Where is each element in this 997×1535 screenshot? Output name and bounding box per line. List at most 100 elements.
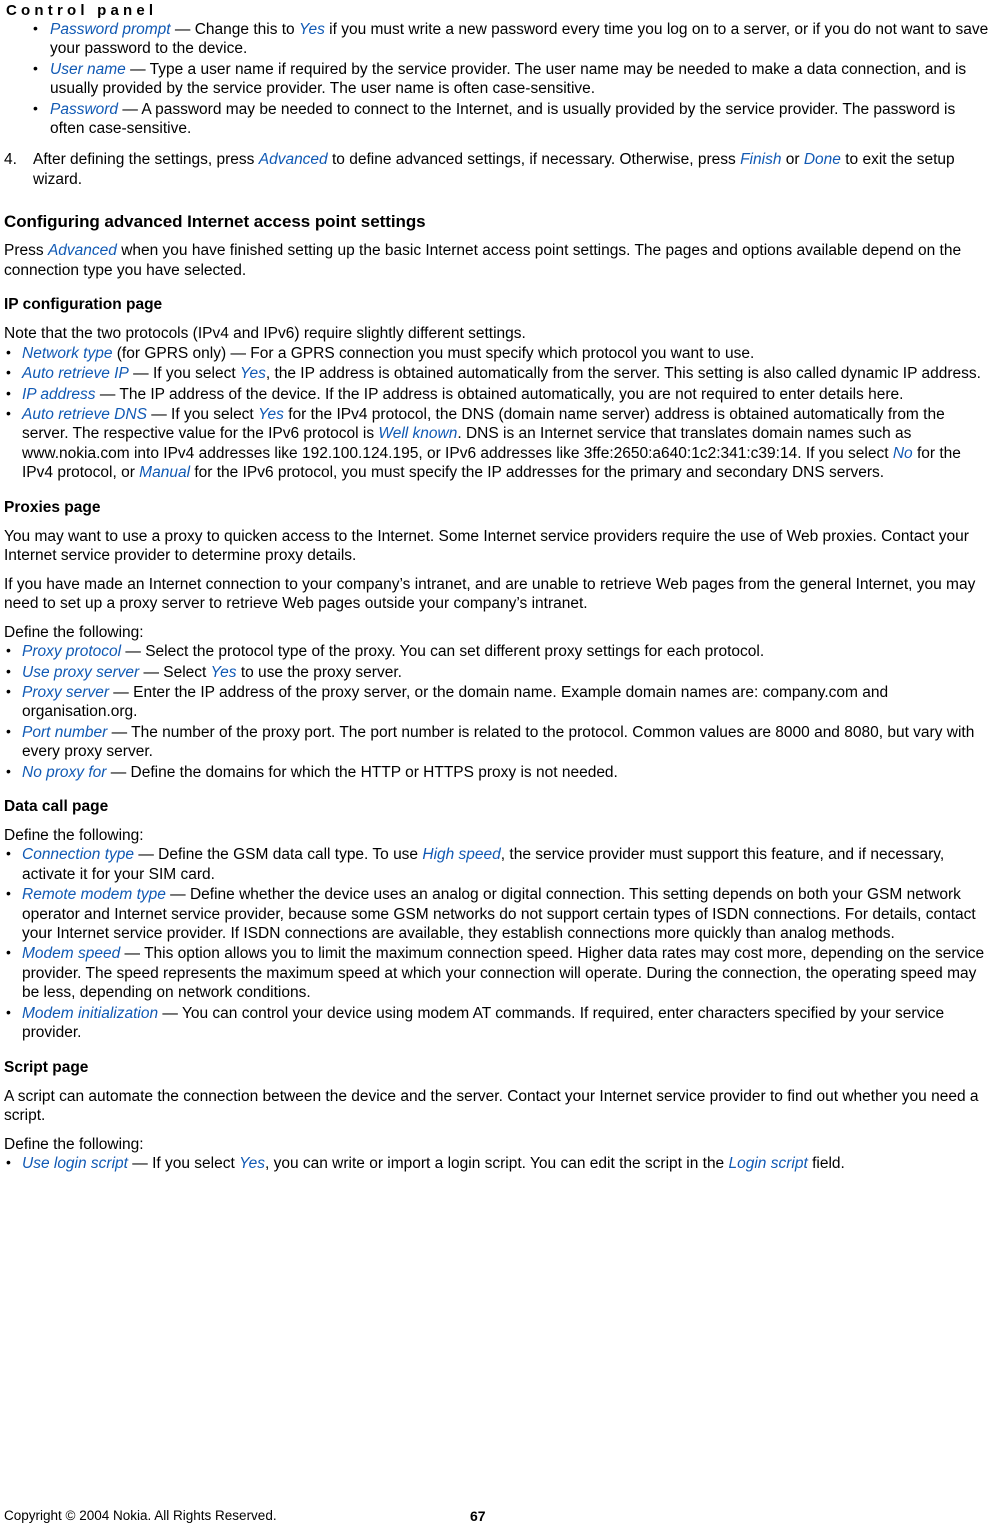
subheading-script-page: Script page (4, 1058, 89, 1076)
body-run: for the IPv6 protocol, you must specify … (190, 464, 885, 482)
intro-bullet-list: Password prompt — Change this to Yes if … (4, 19, 989, 138)
proxy-bullet-item: Port number — The number of the proxy po… (4, 722, 989, 762)
body-run: , you can write or import a login script… (264, 1155, 729, 1172)
proxies-define-label: Define the following: (4, 623, 144, 641)
body-run: — Change this to (170, 21, 299, 38)
script-paragraph-1: A script can automate the connection bet… (4, 1087, 979, 1125)
page-footer: Copyright © 2004 Nokia. All Rights Reser… (0, 1507, 997, 1527)
body-run: — If you select (127, 1155, 240, 1172)
ip-page-bullet-list: Network type (for GPRS only) — For a GPR… (4, 343, 989, 483)
ip-bullet-item: IP address — The IP address of the devic… (4, 384, 989, 404)
section-intro-paragraph: Press Advanced when you have finished se… (4, 241, 989, 280)
subheading-ip-configuration-page: IP configuration page (4, 296, 163, 314)
ui-term: Finish (740, 151, 782, 169)
ui-term: Port number (22, 723, 108, 741)
ui-term: Yes (239, 1155, 265, 1172)
body-run: field. (807, 1155, 845, 1172)
body-run: — Enter the IP address of the proxy serv… (22, 683, 889, 721)
body-run: or (781, 151, 804, 169)
ui-term: User name (50, 60, 126, 78)
ip-bullet-item: Auto retrieve IP — If you select Yes, th… (4, 363, 989, 383)
ui-term: Done (803, 151, 841, 169)
ui-term: Use proxy server (22, 663, 140, 681)
body-run: — The IP address of the device. If the I… (95, 385, 904, 403)
body-run: to define advanced settings, if necessar… (327, 151, 741, 169)
copyright-notice: Copyright © 2004 Nokia. All Rights Reser… (4, 1508, 277, 1523)
body-run: — If you select (128, 365, 240, 383)
ui-term: Remote modem type (22, 886, 166, 904)
step-4-text: After defining the settings, press Advan… (33, 151, 955, 187)
ui-term: Connection type (22, 846, 135, 864)
ui-term: No proxy for (22, 763, 107, 781)
numbered-step-list: After defining the settings, press Advan… (4, 150, 989, 189)
data-call-bullet-item: Connection type — Define the GSM data ca… (4, 844, 989, 884)
body-run: — Define the domains for which the HTTP … (106, 763, 618, 781)
body-run: — Select (139, 663, 211, 681)
ui-term: Yes (298, 21, 325, 38)
script-define-label: Define the following: (4, 1135, 144, 1153)
body-run: — Type a user name if required by the se… (50, 60, 967, 98)
ui-term: Advanced (258, 151, 328, 169)
script-bullet-item: Use login script — If you select Yes, yo… (4, 1153, 989, 1173)
ui-term: Auto retrieve DNS (22, 405, 147, 423)
running-header: Control panel (6, 2, 158, 19)
intro-bullet-item: Password prompt — Change this to Yes if … (4, 19, 989, 59)
data-call-bullet-item: Modem initialization — You can control y… (4, 1003, 989, 1043)
ui-term: Proxy server (22, 683, 109, 701)
ui-term: High speed (422, 846, 501, 864)
body-run: — Define the GSM data call type. To use (134, 846, 423, 864)
ui-term: Auto retrieve IP (22, 365, 129, 383)
proxies-paragraph-1: You may want to use a proxy to quicken a… (4, 527, 969, 565)
ui-term: Yes (210, 663, 237, 681)
body-run: to use the proxy server. (236, 663, 402, 681)
body-run: Press (4, 242, 48, 260)
step-item-4: After defining the settings, press Advan… (4, 150, 989, 189)
script-bullet-list: Use login script — If you select Yes, yo… (4, 1153, 989, 1173)
section-heading-advanced-settings: Configuring advanced Internet access poi… (4, 212, 426, 232)
body-run: After defining the settings, press (33, 151, 259, 169)
proxy-bullet-item: Proxy server — Enter the IP address of t… (4, 682, 989, 722)
data-call-bullet-item: Modem speed — This option allows you to … (4, 943, 989, 1002)
body-run: , the IP address is obtained automatical… (265, 365, 981, 383)
body-run: — The number of the proxy port. The port… (22, 723, 975, 761)
ui-term: Yes (239, 365, 266, 383)
data-call-bullet-item: Remote modem type — Define whether the d… (4, 884, 989, 943)
ui-term: No (892, 444, 913, 462)
proxies-bullet-list: Proxy protocol — Select the protocol typ… (4, 641, 989, 782)
ui-term: Password (50, 100, 119, 118)
ip-bullet-item: Auto retrieve DNS — If you select Yes fo… (4, 404, 989, 483)
body-run: (for GPRS only) — For a GPRS connection … (112, 344, 755, 362)
ui-term: Advanced (47, 242, 117, 260)
data-call-define-label: Define the following: (4, 826, 144, 844)
body-run: — A password may be needed to connect to… (50, 100, 956, 138)
ui-term: Network type (22, 344, 113, 362)
subheading-proxies-page: Proxies page (4, 498, 101, 516)
ui-term: Yes (258, 405, 284, 423)
ui-term: Login script (728, 1155, 808, 1172)
body-run: — You can control your device using mode… (22, 1004, 945, 1042)
ui-term: Password prompt (50, 21, 171, 38)
proxy-bullet-item: No proxy for — Define the domains for wh… (4, 762, 989, 782)
proxy-bullet-item: Proxy protocol — Select the protocol typ… (4, 641, 989, 661)
body-run: — If you select (146, 405, 259, 423)
subheading-data-call-page: Data call page (4, 797, 109, 815)
page-number: 67 (470, 1508, 486, 1524)
body-run: — Define whether the device uses an anal… (22, 886, 976, 943)
ui-term: IP address (22, 385, 96, 403)
ip-page-note: Note that the two protocols (IPv4 and IP… (4, 325, 526, 343)
body-run: — Select the protocol type of the proxy.… (121, 643, 765, 661)
body-run: — This option allows you to limit the ma… (22, 945, 985, 1002)
ui-term: Modem speed (22, 945, 121, 963)
proxy-bullet-item: Use proxy server — Select Yes to use the… (4, 661, 989, 682)
data-call-bullet-list: Connection type — Define the GSM data ca… (4, 844, 989, 1043)
ui-term: Proxy protocol (22, 643, 122, 661)
document-page: Control panel Password prompt — Change t… (0, 0, 997, 1535)
body-run: when you have finished setting up the ba… (4, 242, 962, 279)
ui-term: Manual (139, 464, 191, 482)
ip-bullet-item: Network type (for GPRS only) — For a GPR… (4, 343, 989, 363)
intro-bullet-item: User name — Type a user name if required… (4, 59, 989, 99)
ui-term: Use login script (22, 1155, 128, 1172)
proxies-paragraph-2: If you have made an Internet connection … (4, 575, 976, 613)
ui-term: Modem initialization (22, 1004, 159, 1022)
ui-term: Well known (378, 425, 458, 443)
